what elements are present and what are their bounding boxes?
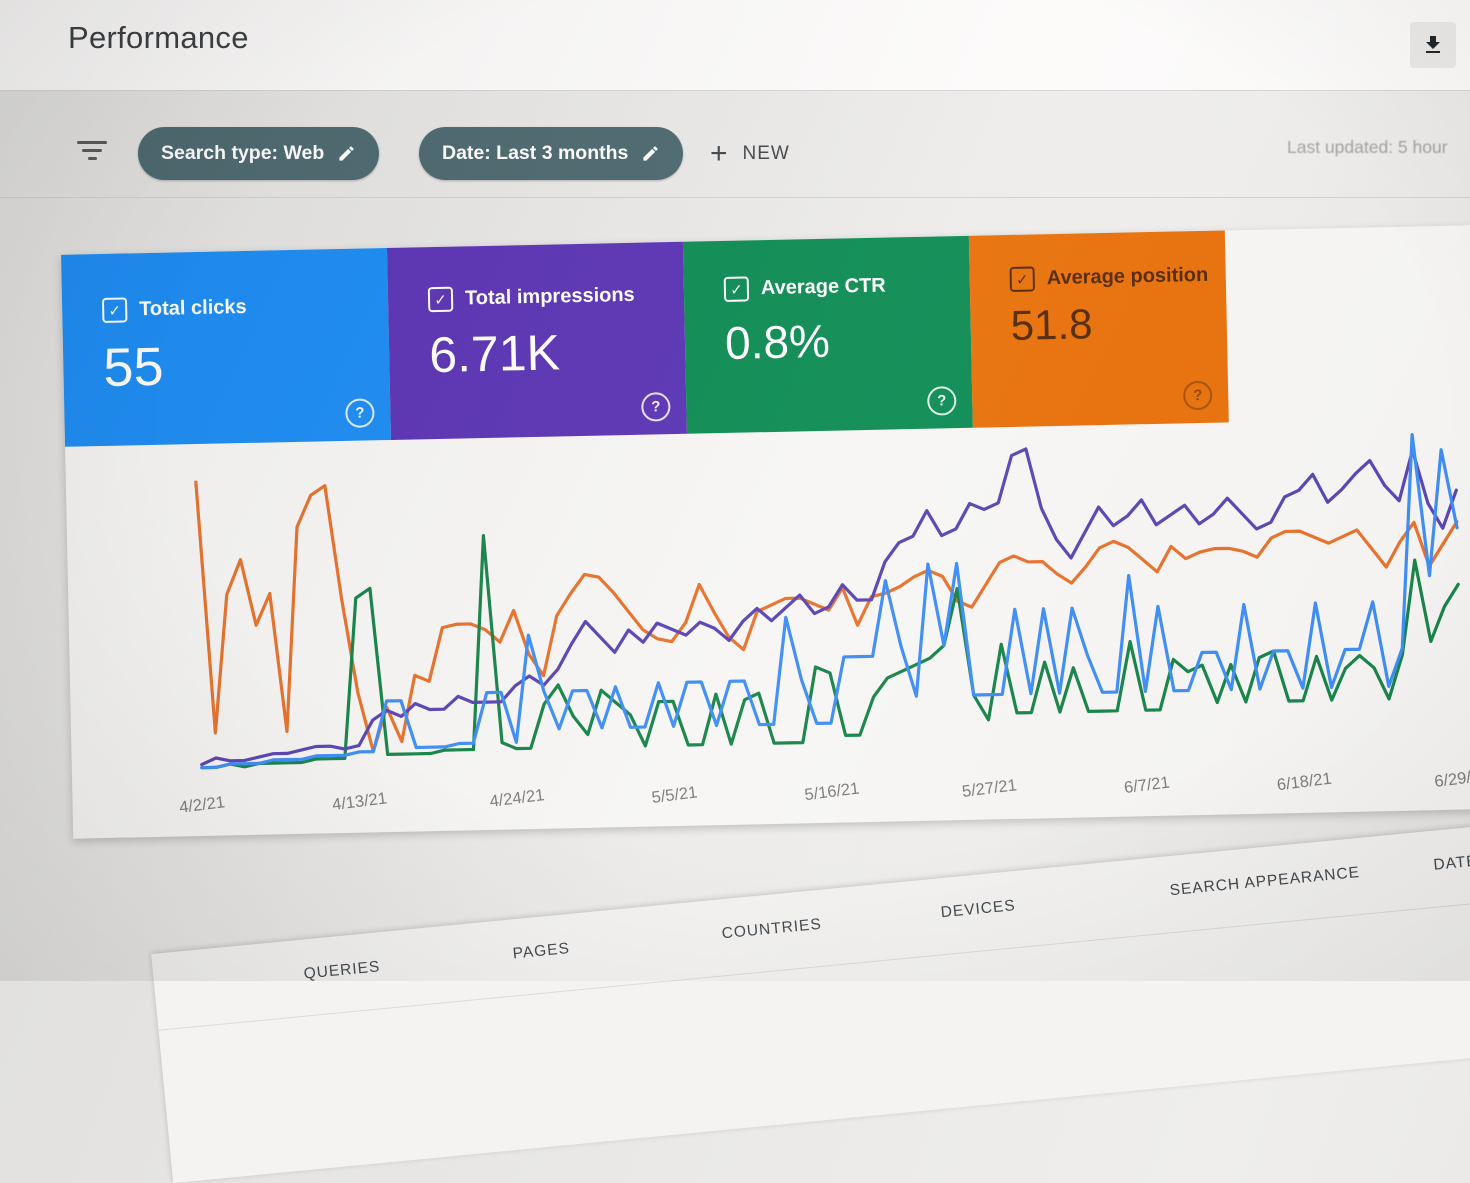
metric-label: Total clicks [138,295,247,321]
new-filter-label: NEW [742,143,790,164]
metric-tile-average-position[interactable]: Average position 51.8 ? [968,230,1229,428]
date-range-chip[interactable]: Date: Last 3 months [419,127,684,180]
plus-icon: + [710,137,728,170]
dimensions-table-card: QUERIES PAGES COUNTRIES DEVICES SEARCH A… [151,821,1470,1183]
pencil-icon [641,144,660,163]
metric-tiles-row: Total clicks 55 ? Total impressions 6.71… [61,225,1470,447]
download-button[interactable] [1410,22,1456,68]
metric-label: Total impressions [464,283,635,310]
metric-value: 0.8% [724,314,831,369]
timeseries-chart[interactable]: 4/2/21 4/13/21 4/24/21 5/5/21 5/16/21 5/27/21… [65,417,1470,843]
metric-tile-total-impressions[interactable]: Total impressions 6.71K ? [386,241,687,440]
tab-search-appearance[interactable]: SEARCH APPEARANCE [1169,864,1361,900]
download-icon [1421,33,1445,57]
checkbox-checked-icon[interactable] [427,286,454,313]
tab-dates[interactable]: DATES [1433,852,1470,875]
help-circle-icon[interactable]: ? [345,398,375,428]
x-axis-tick-label: 4/24/21 [489,786,546,811]
checkbox-checked-icon[interactable] [101,297,128,323]
search-type-chip[interactable]: Search type: Web [138,127,380,180]
help-circle-icon[interactable]: ? [926,386,957,416]
tab-devices[interactable]: DEVICES [940,897,1016,922]
date-range-chip-label: Date: Last 3 months [442,142,629,164]
performance-chart-card: Total clicks 55 ? Total impressions 6.71… [61,225,1470,839]
metric-label: Average CTR [760,274,886,300]
x-axis-tick-label: 4/2/21 [178,793,226,817]
last-updated-text: Last updated: 5 hour [1287,137,1448,157]
series-line-ctr [200,534,1460,770]
metric-label: Average position [1046,263,1209,290]
tab-queries[interactable]: QUERIES [303,958,381,983]
chart-svg[interactable]: 4/2/21 4/13/21 4/24/21 5/5/21 5/16/21 5/27/21… [65,417,1470,838]
help-circle-icon[interactable]: ? [641,392,671,422]
metric-value: 6.71K [428,324,561,384]
x-axis-tick-label: 4/13/21 [331,789,388,814]
metric-tile-total-clicks[interactable]: Total clicks 55 ? [61,248,391,447]
app-header: Performance [0,0,1470,91]
x-axis-tick-label: 6/18/21 [1276,770,1333,795]
metric-value: 51.8 [1010,300,1093,349]
page-title: Performance [68,20,249,55]
search-type-chip-label: Search type: Web [161,142,325,164]
x-axis-tick-label: 6/29/21 [1433,766,1470,791]
new-filter-button[interactable]: + NEW [710,134,790,174]
x-axis-tick-label: 5/16/21 [803,779,860,804]
metric-tile-average-ctr[interactable]: Average CTR 0.8% ? [682,235,973,434]
filter-lines-icon[interactable] [76,141,108,163]
x-axis-tick-label: 5/5/21 [651,783,699,807]
tab-countries[interactable]: COUNTRIES [721,916,823,944]
pencil-icon [337,144,356,163]
tab-pages[interactable]: PAGES [512,940,571,963]
checkbox-checked-icon[interactable] [723,276,750,302]
checkbox-checked-icon[interactable] [1009,266,1036,292]
metric-value: 55 [102,336,165,398]
x-axis-tick-label: 6/7/21 [1123,773,1171,797]
help-circle-icon[interactable]: ? [1182,380,1213,411]
section-divider [0,197,1470,198]
x-axis-tick-label: 5/27/21 [961,776,1018,801]
